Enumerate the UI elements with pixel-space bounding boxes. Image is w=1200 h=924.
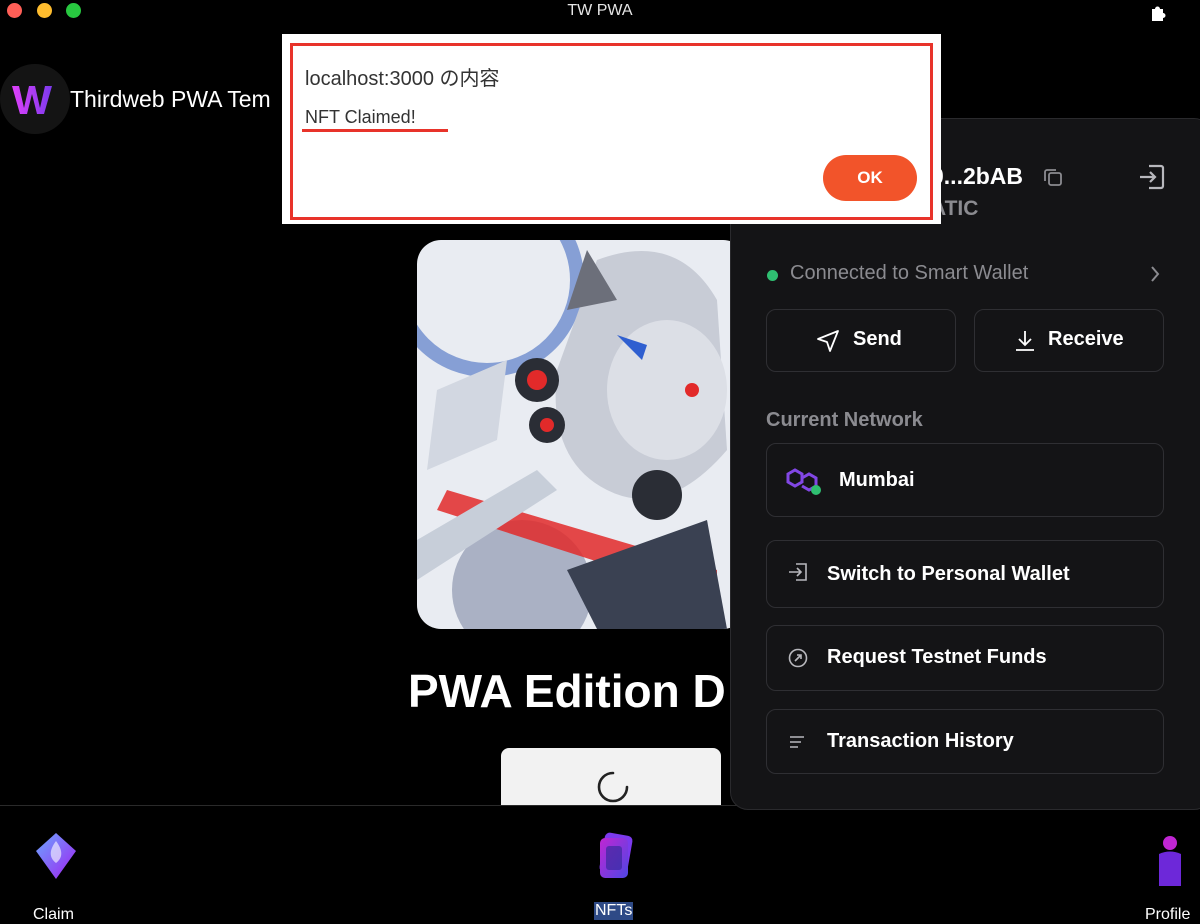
alert-message-underline (302, 129, 448, 132)
send-icon (817, 330, 839, 352)
send-button[interactable]: Send (766, 309, 956, 372)
nav-label-profile: Profile (1145, 906, 1191, 923)
claim-icon (36, 833, 76, 879)
nav-label-claim: Claim (33, 906, 74, 923)
network-selector[interactable]: Mumbai (766, 443, 1164, 517)
profile-icon (1159, 836, 1181, 886)
nav-label-nfts: NFTs (594, 902, 634, 920)
bottom-navigation: Claim NFTs Profile (0, 805, 1200, 923)
wallet-address-suffix: ...2bAB (943, 163, 1024, 189)
alert-title: localhost:3000 の内容 (305, 68, 500, 90)
loading-spinner-icon (597, 771, 629, 803)
request-testnet-funds-button[interactable]: Request Testnet Funds (766, 625, 1164, 691)
app-logo[interactable] (0, 64, 70, 134)
connected-dot-icon (767, 270, 778, 281)
transaction-history-label: Transaction History (827, 730, 1014, 752)
nav-item-nfts[interactable]: NFTs (580, 806, 660, 920)
connection-status-row[interactable]: Connected to Smart Wallet (765, 262, 1165, 288)
switch-to-personal-wallet-label: Switch to Personal Wallet (827, 563, 1070, 585)
copy-icon[interactable] (1042, 166, 1064, 188)
chevron-right-icon (1151, 266, 1160, 282)
external-link-icon (788, 648, 808, 668)
app-title: Thirdweb PWA Tem (70, 86, 271, 112)
collection-title: PWA Edition D (408, 665, 726, 717)
transaction-history-button[interactable]: Transaction History (766, 709, 1164, 774)
extensions-puzzle-icon[interactable] (1148, 0, 1174, 24)
wallet-address[interactable]: 0...2bAB (931, 163, 1023, 190)
send-label: Send (853, 328, 902, 350)
network-name: Mumbai (839, 469, 915, 491)
alert-message: NFT Claimed! (305, 107, 416, 127)
window-title: TW PWA (567, 2, 633, 19)
current-network-label: Current Network (766, 409, 923, 431)
receive-label: Receive (1048, 328, 1124, 350)
request-testnet-funds-label: Request Testnet Funds (827, 646, 1047, 668)
alert-dialog: localhost:3000 の内容 NFT Claimed! OK (282, 34, 941, 224)
nav-item-profile[interactable]: Profile (1140, 806, 1200, 923)
ok-button[interactable]: OK (823, 155, 917, 201)
download-icon (1016, 331, 1034, 351)
nav-item-claim[interactable]: Claim (20, 806, 100, 923)
nft-image (417, 240, 747, 629)
switch-to-personal-wallet-button[interactable]: Switch to Personal Wallet (766, 540, 1164, 608)
receive-button[interactable]: Receive (974, 309, 1164, 372)
nfts-icon (599, 832, 633, 878)
connection-status-text: Connected to Smart Wallet (790, 262, 1029, 284)
title-bar: TW PWA (0, 0, 1200, 24)
claim-button[interactable] (501, 748, 721, 808)
switch-wallet-icon (789, 563, 807, 581)
list-icon (790, 736, 804, 748)
polygon-network-icon (786, 468, 821, 495)
disconnect-icon[interactable] (1137, 162, 1167, 192)
